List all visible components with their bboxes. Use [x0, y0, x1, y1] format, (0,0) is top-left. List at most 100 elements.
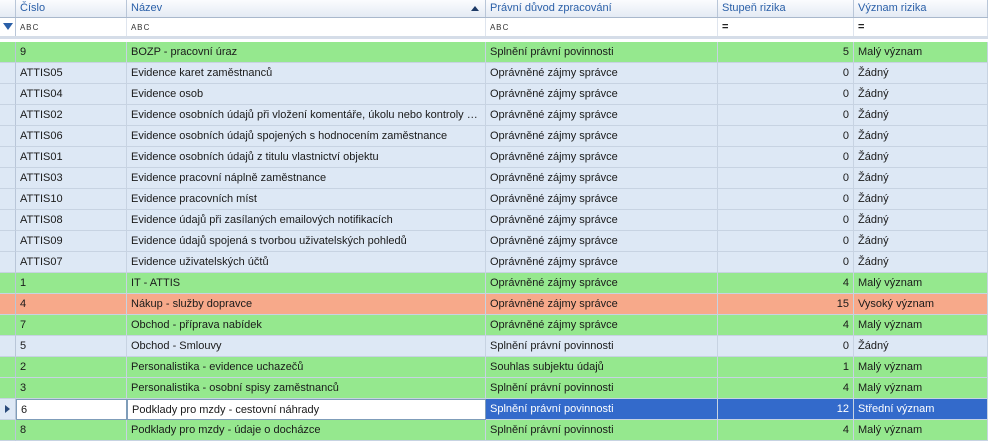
- cell-vyznam-rizika[interactable]: Malý význam: [854, 378, 988, 399]
- table-row[interactable]: 3 Personalistika - osobní spisy zaměstnan…: [0, 378, 988, 399]
- row-indicator[interactable]: [0, 294, 16, 315]
- filter-cell-pravni-duvod[interactable]: A B C: [486, 18, 718, 36]
- cell-vyznam-rizika[interactable]: Žádný: [854, 252, 988, 273]
- filter-cell-cislo[interactable]: A B C: [16, 18, 127, 36]
- cell-cislo[interactable]: 6: [16, 399, 127, 420]
- table-row[interactable]: 6 Podklady pro mzdy - cestovní náhrady Spl…: [0, 399, 988, 420]
- row-indicator[interactable]: [0, 357, 16, 378]
- cell-cislo[interactable]: 4: [16, 294, 127, 315]
- cell-stupen-rizika[interactable]: 0: [718, 336, 854, 357]
- row-indicator[interactable]: [0, 399, 16, 420]
- cell-pravni-duvod[interactable]: Oprávněné zájmy správce: [486, 84, 718, 105]
- cell-nazev[interactable]: Podklady pro mzdy - údaje o docházce: [127, 420, 486, 441]
- cell-nazev[interactable]: Personalistika - osobní spisy zaměstnanc…: [127, 378, 486, 399]
- cell-pravni-duvod[interactable]: Oprávněné zájmy správce: [486, 252, 718, 273]
- cell-nazev[interactable]: Evidence karet zaměstnanců: [127, 63, 486, 84]
- cell-vyznam-rizika[interactable]: Žádný: [854, 210, 988, 231]
- filter-cell-vyznam-rizika[interactable]: =: [854, 18, 988, 36]
- cell-nazev[interactable]: BOZP - pracovní úraz: [127, 42, 486, 63]
- cell-cislo[interactable]: ATTIS02: [16, 105, 127, 126]
- cell-stupen-rizika[interactable]: 1: [718, 357, 854, 378]
- cell-nazev[interactable]: Evidence údajů spojená s tvorbou uživate…: [127, 231, 486, 252]
- cell-cislo[interactable]: ATTIS07: [16, 252, 127, 273]
- cell-vyznam-rizika[interactable]: Žádný: [854, 105, 988, 126]
- cell-stupen-rizika[interactable]: 0: [718, 189, 854, 210]
- cell-stupen-rizika[interactable]: 0: [718, 168, 854, 189]
- table-row[interactable]: ATTIS01 Evidence osobních údajů z titulu …: [0, 147, 988, 168]
- table-row[interactable]: ATTIS07 Evidence uživatelských účtů Oprávn…: [0, 252, 988, 273]
- cell-vyznam-rizika[interactable]: Vysoký význam: [854, 294, 988, 315]
- cell-stupen-rizika[interactable]: 0: [718, 84, 854, 105]
- column-header-cislo[interactable]: Číslo: [16, 0, 127, 17]
- cell-stupen-rizika[interactable]: 0: [718, 231, 854, 252]
- cell-pravni-duvod[interactable]: Splnění právní povinnosti: [486, 336, 718, 357]
- cell-pravni-duvod[interactable]: Oprávněné zájmy správce: [486, 273, 718, 294]
- table-row[interactable]: 9 BOZP - pracovní úraz Splnění právní povi…: [0, 42, 988, 63]
- cell-stupen-rizika[interactable]: 0: [718, 252, 854, 273]
- cell-pravni-duvod[interactable]: Splnění právní povinnosti: [486, 42, 718, 63]
- table-row[interactable]: ATTIS09 Evidence údajů spojená s tvorbou …: [0, 231, 988, 252]
- cell-pravni-duvod[interactable]: Oprávněné zájmy správce: [486, 231, 718, 252]
- cell-cislo[interactable]: ATTIS06: [16, 126, 127, 147]
- cell-cislo[interactable]: ATTIS10: [16, 189, 127, 210]
- cell-cislo[interactable]: 2: [16, 357, 127, 378]
- table-row[interactable]: ATTIS05 Evidence karet zaměstnanců Oprávně…: [0, 63, 988, 84]
- cell-nazev[interactable]: Evidence osobních údajů spojených s hodn…: [127, 126, 486, 147]
- row-indicator[interactable]: [0, 63, 16, 84]
- table-row[interactable]: ATTIS06 Evidence osobních údajů spojených…: [0, 126, 988, 147]
- row-indicator[interactable]: [0, 252, 16, 273]
- cell-stupen-rizika[interactable]: 0: [718, 126, 854, 147]
- cell-vyznam-rizika[interactable]: Žádný: [854, 63, 988, 84]
- cell-vyznam-rizika[interactable]: Malý význam: [854, 357, 988, 378]
- cell-pravni-duvod[interactable]: Splnění právní povinnosti: [486, 378, 718, 399]
- filter-cell-stupen-rizika[interactable]: =: [718, 18, 854, 36]
- row-indicator[interactable]: [0, 84, 16, 105]
- cell-pravni-duvod[interactable]: Oprávněné zájmy správce: [486, 210, 718, 231]
- cell-stupen-rizika[interactable]: 0: [718, 147, 854, 168]
- cell-cislo[interactable]: ATTIS08: [16, 210, 127, 231]
- cell-nazev[interactable]: Evidence pracovních míst: [127, 189, 486, 210]
- column-header-stupen-rizika[interactable]: Stupeň rizika: [718, 0, 854, 17]
- column-header-vyznam-rizika[interactable]: Význam rizika: [854, 0, 988, 17]
- cell-cislo[interactable]: ATTIS04: [16, 84, 127, 105]
- cell-stupen-rizika[interactable]: 0: [718, 210, 854, 231]
- cell-nazev[interactable]: Obchod - Smlouvy: [127, 336, 486, 357]
- cell-stupen-rizika[interactable]: 4: [718, 420, 854, 441]
- cell-vyznam-rizika[interactable]: Žádný: [854, 168, 988, 189]
- cell-cislo[interactable]: 5: [16, 336, 127, 357]
- row-indicator[interactable]: [0, 210, 16, 231]
- table-row[interactable]: 5 Obchod - Smlouvy Splnění právní povinnos…: [0, 336, 988, 357]
- cell-cislo[interactable]: ATTIS03: [16, 168, 127, 189]
- cell-nazev[interactable]: Evidence osobních údajů při vložení kome…: [127, 105, 486, 126]
- cell-nazev[interactable]: Evidence osobních údajů z titulu vlastni…: [127, 147, 486, 168]
- cell-stupen-rizika[interactable]: 0: [718, 105, 854, 126]
- table-row[interactable]: ATTIS10 Evidence pracovních míst Oprávněné…: [0, 189, 988, 210]
- cell-stupen-rizika[interactable]: 4: [718, 378, 854, 399]
- cell-nazev[interactable]: Evidence uživatelských účtů: [127, 252, 486, 273]
- row-indicator[interactable]: [0, 420, 16, 441]
- row-indicator[interactable]: [0, 42, 16, 63]
- cell-nazev[interactable]: Podklady pro mzdy - cestovní náhrady: [127, 399, 486, 420]
- cell-stupen-rizika[interactable]: 15: [718, 294, 854, 315]
- cell-nazev[interactable]: Personalistika - evidence uchazečů: [127, 357, 486, 378]
- cell-pravni-duvod[interactable]: Oprávněné zájmy správce: [486, 294, 718, 315]
- cell-vyznam-rizika[interactable]: Malý význam: [854, 273, 988, 294]
- cell-vyznam-rizika[interactable]: Malý význam: [854, 42, 988, 63]
- table-row[interactable]: 2 Personalistika - evidence uchazečů Souhl…: [0, 357, 988, 378]
- table-row[interactable]: 7 Obchod - příprava nabídek Oprávněné zájm…: [0, 315, 988, 336]
- cell-nazev[interactable]: Obchod - příprava nabídek: [127, 315, 486, 336]
- table-row[interactable]: 1 IT - ATTIS Oprávněné zájmy správce 4 Malý …: [0, 273, 988, 294]
- cell-stupen-rizika[interactable]: 12: [718, 399, 854, 420]
- cell-vyznam-rizika[interactable]: Malý význam: [854, 420, 988, 441]
- cell-stupen-rizika[interactable]: 4: [718, 315, 854, 336]
- cell-pravni-duvod[interactable]: Oprávněné zájmy správce: [486, 189, 718, 210]
- filter-cell-nazev[interactable]: A B C: [127, 18, 486, 36]
- cell-vyznam-rizika[interactable]: Malý význam: [854, 315, 988, 336]
- table-row[interactable]: ATTIS04 Evidence osob Oprávněné zájmy sprá…: [0, 84, 988, 105]
- cell-pravni-duvod[interactable]: Oprávněné zájmy správce: [486, 105, 718, 126]
- cell-stupen-rizika[interactable]: 0: [718, 63, 854, 84]
- cell-pravni-duvod[interactable]: Souhlas subjektu údajů: [486, 357, 718, 378]
- row-indicator[interactable]: [0, 147, 16, 168]
- cell-nazev[interactable]: IT - ATTIS: [127, 273, 486, 294]
- cell-nazev[interactable]: Evidence pracovní náplně zaměstnance: [127, 168, 486, 189]
